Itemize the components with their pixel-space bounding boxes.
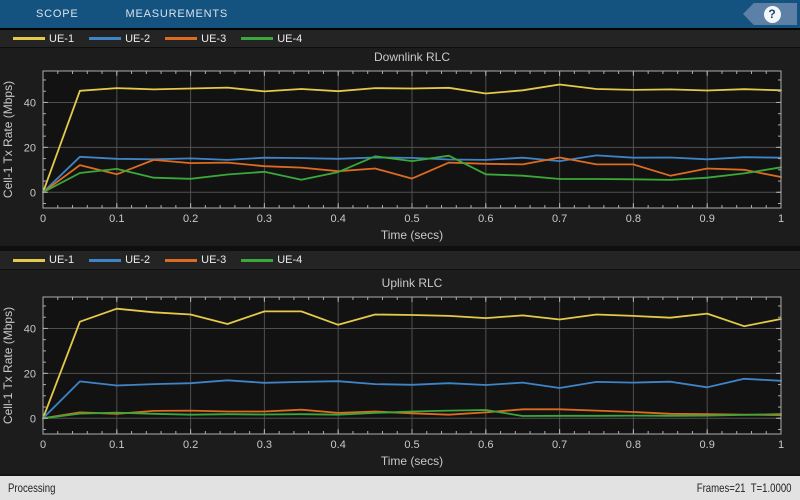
- legend-label: UE-4: [277, 254, 303, 266]
- svg-text:0: 0: [30, 413, 36, 425]
- scope-window: SCOPE MEASUREMENTS ? UE-1 UE-2 UE-3 UE-4 00…: [0, 0, 800, 500]
- status-frames: Frames=21: [697, 481, 746, 495]
- svg-text:40: 40: [24, 323, 36, 335]
- svg-text:0.7: 0.7: [552, 439, 567, 451]
- svg-text:0.8: 0.8: [626, 213, 641, 225]
- svg-text:0: 0: [40, 439, 46, 451]
- legend-line-swatch: [13, 37, 45, 40]
- status-time: T=1.0000: [751, 481, 792, 495]
- legend-label: UE-2: [125, 32, 151, 45]
- svg-text:Time (secs): Time (secs): [381, 454, 443, 468]
- svg-text:0.6: 0.6: [478, 439, 493, 451]
- legend-label: UE-1: [49, 254, 75, 266]
- svg-text:0.2: 0.2: [183, 439, 198, 451]
- svg-text:40: 40: [24, 97, 36, 109]
- legend-item-ue-4[interactable]: UE-4: [241, 33, 302, 45]
- legend-item-ue-4[interactable]: UE-4: [241, 254, 302, 266]
- legend-line-swatch: [241, 258, 274, 262]
- status-bar: Processing Frames=21 T=1.0000: [0, 474, 800, 500]
- svg-text:Cell-1 Tx Rate (Mbps): Cell-1 Tx Rate (Mbps): [1, 307, 15, 424]
- legend-item-ue-1[interactable]: UE-1: [13, 33, 74, 45]
- svg-text:20: 20: [24, 368, 36, 380]
- svg-text:0.3: 0.3: [257, 439, 272, 451]
- svg-text:0.4: 0.4: [331, 213, 346, 225]
- legend-label: UE-3: [201, 32, 227, 45]
- svg-text:0: 0: [40, 213, 46, 225]
- svg-text:0.7: 0.7: [552, 213, 567, 225]
- svg-text:0.8: 0.8: [626, 439, 641, 451]
- svg-text:Uplink RLC: Uplink RLC: [382, 276, 443, 290]
- svg-text:Time (secs): Time (secs): [381, 228, 443, 242]
- legend-line-swatch: [241, 37, 274, 40]
- svg-text:0.6: 0.6: [478, 213, 493, 225]
- legend-label: UE-1: [49, 32, 75, 45]
- legend-line-swatch: [89, 258, 122, 262]
- status-frames-time: Frames=21 T=1.0000: [697, 481, 792, 495]
- tab-measurements[interactable]: MEASUREMENTS: [124, 8, 231, 20]
- svg-text:0.9: 0.9: [700, 439, 715, 451]
- svg-text:1: 1: [778, 439, 784, 451]
- svg-text:0.1: 0.1: [109, 213, 124, 225]
- svg-text:1: 1: [778, 213, 784, 225]
- legend-item-ue-2[interactable]: UE-2: [89, 254, 150, 266]
- svg-text:0.5: 0.5: [404, 439, 419, 451]
- uplink-chart-canvas[interactable]: 0 0.1 0.2 0.3 0.4 0.5 0.6 0.7 0.8 0.9 1 0 20 40 Uplink…: [0, 270, 800, 474]
- svg-text:0.3: 0.3: [257, 213, 272, 225]
- legend-item-ue-3[interactable]: UE-3: [165, 33, 226, 45]
- legend-item-ue-1[interactable]: UE-1: [13, 254, 74, 266]
- legend-row-uplink: UE-1 UE-2 UE-3 UE-4: [0, 251, 800, 269]
- help-button[interactable]: ?: [743, 3, 797, 25]
- toolbar: SCOPE MEASUREMENTS ?: [0, 0, 800, 28]
- legend-line-swatch: [89, 37, 122, 40]
- downlink-chart-canvas[interactable]: 0 0.1 0.2 0.3 0.4 0.5 0.6 0.7 0.8 0.9 1 0 20 40 Downli…: [0, 48, 800, 246]
- svg-text:Cell-1 Tx Rate (Mbps): Cell-1 Tx Rate (Mbps): [1, 81, 15, 198]
- svg-text:0.5: 0.5: [404, 213, 419, 225]
- legend-label: UE-4: [277, 32, 303, 45]
- svg-text:20: 20: [24, 142, 36, 154]
- svg-text:Downlink RLC: Downlink RLC: [374, 50, 450, 64]
- legend-line-swatch: [165, 37, 198, 40]
- legend-line-swatch: [13, 258, 45, 262]
- legend-row-downlink: UE-1 UE-2 UE-3 UE-4: [0, 30, 800, 47]
- legend-item-ue-3[interactable]: UE-3: [165, 254, 226, 266]
- question-icon: ?: [763, 5, 781, 23]
- svg-text:0.1: 0.1: [109, 439, 124, 451]
- legend-label: UE-3: [201, 254, 227, 266]
- status-processing: Processing: [8, 481, 56, 495]
- legend-label: UE-2: [125, 254, 151, 266]
- svg-text:0.2: 0.2: [183, 213, 198, 225]
- svg-text:0: 0: [30, 187, 36, 199]
- svg-text:0.4: 0.4: [331, 439, 346, 451]
- svg-text:0.9: 0.9: [700, 213, 715, 225]
- legend-line-swatch: [165, 258, 198, 262]
- legend-item-ue-2[interactable]: UE-2: [89, 33, 150, 45]
- tab-scope[interactable]: SCOPE: [34, 8, 81, 20]
